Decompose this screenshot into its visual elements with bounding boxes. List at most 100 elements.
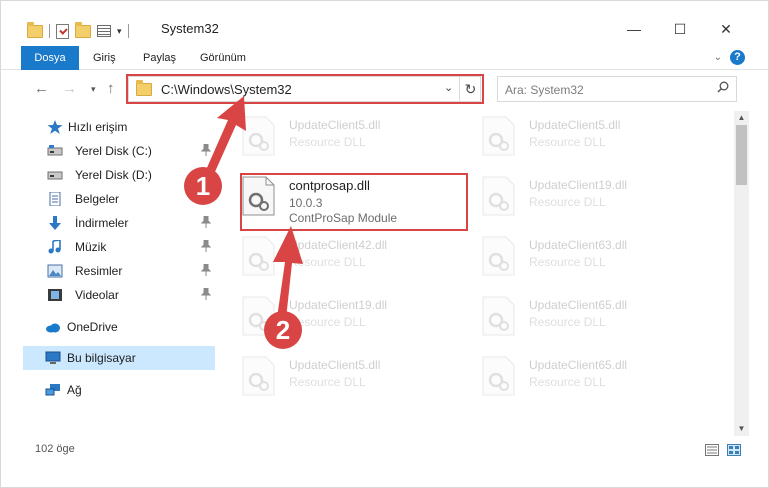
- address-highlight-box: [126, 74, 484, 104]
- sidebar-item-label: OneDrive: [67, 320, 118, 334]
- drive-icon: [47, 171, 63, 180]
- list-item[interactable]: UpdateClient65.dll Resource DLL: [469, 351, 694, 407]
- pin-icon[interactable]: [201, 288, 211, 300]
- file-name: UpdateClient65.dll: [529, 298, 628, 312]
- sidebar-item-documents[interactable]: Belgeler: [23, 187, 215, 211]
- list-item[interactable]: UpdateClient5.dll Resource DLL: [469, 111, 694, 167]
- folder-icon[interactable]: [27, 21, 43, 38]
- file-name: UpdateClient5.dll: [289, 118, 381, 132]
- file-description: Resource DLL: [289, 375, 366, 389]
- tab-dosya[interactable]: Dosya: [21, 46, 79, 70]
- dll-file-icon: [242, 236, 275, 276]
- list-item[interactable]: UpdateClient5.dll Resource DLL: [229, 351, 454, 407]
- new-folder-icon[interactable]: [75, 21, 91, 38]
- explorer-window: ▾ System32 — ☐ ✕ Dosya Giriş Paylaş Görü…: [0, 0, 769, 488]
- forward-arrow-icon[interactable]: →: [62, 80, 77, 97]
- view-props-icon[interactable]: [97, 25, 111, 37]
- sidebar-item-label: Videolar: [75, 288, 119, 302]
- pin-icon[interactable]: [201, 144, 211, 156]
- minimize-button[interactable]: —: [619, 19, 649, 39]
- sidebar-item-label: Hızlı erişim: [68, 120, 128, 134]
- music-icon: [48, 240, 61, 254]
- separator: [49, 24, 50, 38]
- documents-icon: [49, 192, 61, 206]
- sidebar-item-music[interactable]: Müzik: [23, 235, 215, 259]
- file-name: UpdateClient42.dll: [289, 238, 388, 252]
- sidebar-item-label: Resimler: [75, 264, 123, 278]
- videos-icon: [48, 289, 62, 301]
- file-name: UpdateClient5.dll: [529, 118, 621, 132]
- recent-locations-dropdown-icon[interactable]: ▾: [91, 84, 96, 95]
- sidebar-item-videos[interactable]: Videolar: [23, 283, 215, 307]
- dll-file-icon: [242, 116, 275, 156]
- item-count: 102 öge: [35, 443, 75, 455]
- search-icon[interactable]: [717, 81, 729, 93]
- drive-icon: [47, 145, 63, 156]
- dll-file-icon: [482, 296, 515, 336]
- computer-icon: [45, 351, 61, 364]
- cloud-icon: [46, 323, 60, 333]
- list-item[interactable]: UpdateClient42.dll Resource DLL: [229, 231, 454, 287]
- file-description: Resource DLL: [529, 255, 606, 269]
- search-input[interactable]: Ara: System32: [497, 76, 737, 102]
- vertical-scrollbar[interactable]: ▲ ▼: [734, 111, 749, 436]
- customize-dropdown-icon[interactable]: ▾: [117, 26, 122, 37]
- sidebar-item-quick-access[interactable]: Hızlı erişim: [23, 115, 215, 139]
- ribbon-tabs: Dosya Giriş Paylaş Görünüm ⌄ ?: [1, 46, 768, 70]
- separator: [127, 24, 129, 38]
- up-arrow-icon[interactable]: ↑: [107, 80, 115, 97]
- window-title: System32: [161, 21, 219, 36]
- sidebar-item-label: İndirmeler: [75, 216, 129, 230]
- back-arrow-icon[interactable]: ←: [34, 80, 49, 97]
- pin-icon[interactable]: [201, 240, 211, 252]
- maximize-button[interactable]: ☐: [665, 19, 695, 39]
- details-view-icon[interactable]: [705, 444, 719, 456]
- expand-ribbon-icon[interactable]: ⌄: [714, 52, 722, 63]
- tiles-view-icon[interactable]: [727, 444, 741, 456]
- pin-icon[interactable]: [201, 264, 211, 276]
- file-description: Resource DLL: [289, 315, 366, 329]
- file-name: UpdateClient5.dll: [289, 358, 381, 372]
- tab-gorunum[interactable]: Görünüm: [190, 46, 256, 70]
- file-name: UpdateClient19.dll: [529, 178, 628, 192]
- sidebar-item-network[interactable]: Ağ: [23, 378, 215, 402]
- sidebar-item-this-pc[interactable]: Bu bilgisayar: [23, 346, 215, 370]
- navigation-bar: ← → ▾ ↑ C:\Windows\System32 ⌄ ↻ Ara: Sys…: [1, 71, 768, 109]
- pin-icon[interactable]: [201, 216, 211, 228]
- file-name: UpdateClient19.dll: [289, 298, 388, 312]
- tab-paylas[interactable]: Paylaş: [133, 46, 186, 70]
- tab-giris[interactable]: Giriş: [83, 46, 126, 70]
- dll-file-icon: [482, 116, 515, 156]
- close-button[interactable]: ✕: [711, 19, 741, 39]
- scrollbar-thumb[interactable]: [736, 125, 747, 185]
- dll-file-icon: [242, 296, 275, 336]
- sidebar-item-label: Yerel Disk (C:): [75, 144, 152, 158]
- file-highlight-box: [240, 173, 468, 231]
- file-name: UpdateClient63.dll: [529, 238, 628, 252]
- title-bar: ▾ System32 — ☐ ✕: [1, 1, 768, 45]
- dll-file-icon: [482, 236, 515, 276]
- dll-file-icon: [482, 356, 515, 396]
- list-item[interactable]: UpdateClient65.dll Resource DLL: [469, 291, 694, 347]
- list-item[interactable]: UpdateClient5.dll Resource DLL: [229, 111, 454, 167]
- scroll-up-icon[interactable]: ▲: [734, 111, 749, 125]
- network-icon: [45, 384, 60, 396]
- file-name: UpdateClient65.dll: [529, 358, 628, 372]
- sidebar-item-label: Müzik: [75, 240, 107, 254]
- list-item[interactable]: UpdateClient19.dll Resource DLL: [469, 171, 694, 227]
- sidebar-item-drive-d[interactable]: Yerel Disk (D:): [23, 163, 215, 187]
- list-item[interactable]: UpdateClient19.dll Resource DLL: [229, 291, 454, 347]
- scroll-down-icon[interactable]: ▼: [734, 422, 749, 436]
- properties-check-icon[interactable]: [56, 23, 69, 39]
- file-description: Resource DLL: [529, 195, 606, 209]
- sidebar-item-onedrive[interactable]: OneDrive: [23, 315, 215, 339]
- sidebar-item-pictures[interactable]: Resimler: [23, 259, 215, 283]
- sidebar-item-label: Ağ: [67, 383, 82, 397]
- pin-icon[interactable]: [201, 192, 211, 204]
- list-item[interactable]: UpdateClient63.dll Resource DLL: [469, 231, 694, 287]
- sidebar-item-drive-c[interactable]: Yerel Disk (C:): [23, 139, 215, 163]
- help-icon[interactable]: ?: [730, 50, 745, 65]
- file-list: UpdateClient5.dll Resource DLL UpdateCli…: [229, 111, 734, 436]
- status-bar: 102 öge: [1, 437, 768, 461]
- sidebar-item-downloads[interactable]: İndirmeler: [23, 211, 215, 235]
